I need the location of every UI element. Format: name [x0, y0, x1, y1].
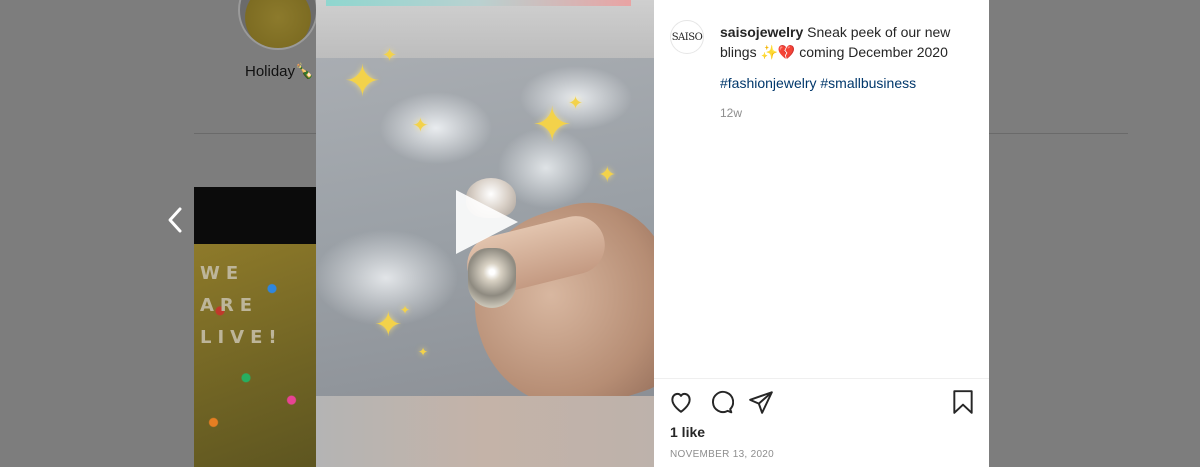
comment-icon: [712, 390, 735, 414]
sparkle-icon: ✦: [568, 93, 584, 113]
chevron-left-icon: [168, 207, 182, 233]
video-frame-color-strip: [326, 0, 631, 6]
username-link[interactable]: saisojewelry: [720, 24, 803, 40]
sparkle-icon: ✦: [374, 306, 403, 344]
play-icon[interactable]: [456, 190, 518, 254]
video-frame-top: [316, 0, 654, 58]
hashtag-list: #fashionjewelry #smallbusiness: [720, 75, 916, 91]
nail-image: [468, 248, 516, 308]
avatar[interactable]: SAISO: [670, 20, 704, 54]
sparkle-icon: ✦: [532, 99, 573, 152]
post-age: 12w: [720, 106, 743, 120]
sparkle-icon: ✦: [418, 345, 429, 359]
comment-button[interactable]: [708, 389, 735, 415]
hashtag-link[interactable]: #fashionjewelry: [720, 75, 817, 91]
post-date: NOVEMBER 13, 2020: [670, 449, 775, 460]
story-highlight-label: Holiday🍾: [245, 63, 314, 80]
share-button[interactable]: [748, 389, 774, 415]
like-button[interactable]: [668, 389, 694, 415]
post-details-panel: SAISO saisojewelry Sneak peek of our new…: [654, 0, 989, 467]
post-video[interactable]: ✦ ✦ ✦ ✦ ✦ ✦ ✦ ✦ ✦: [316, 0, 654, 467]
send-icon: [749, 391, 773, 414]
bookmark-icon: [953, 390, 973, 414]
sparkle-icon: ✦: [382, 45, 398, 65]
sparkle-icon: ✦: [598, 162, 617, 187]
video-frame-bottom: [316, 396, 654, 467]
hashtag-link[interactable]: #smallbusiness: [820, 75, 916, 91]
divider: [654, 378, 989, 379]
previous-post-button[interactable]: [160, 202, 190, 238]
post-caption: saisojewelry Sneak peek of our new bling…: [720, 22, 975, 62]
heart-icon: [671, 392, 691, 413]
sparkle-icon: ✦: [344, 57, 381, 106]
sparkle-icon: ✦: [400, 303, 411, 317]
sparkle-icon: ✦: [412, 115, 429, 137]
post-thumbnail-text: WE ARE LIVE!: [200, 263, 283, 348]
post-modal: ✦ ✦ ✦ ✦ ✦ ✦ ✦ ✦ ✦ SAISO saisojewelry Sne…: [316, 0, 989, 467]
save-button[interactable]: [950, 389, 976, 415]
like-count[interactable]: 1 like: [670, 424, 705, 440]
